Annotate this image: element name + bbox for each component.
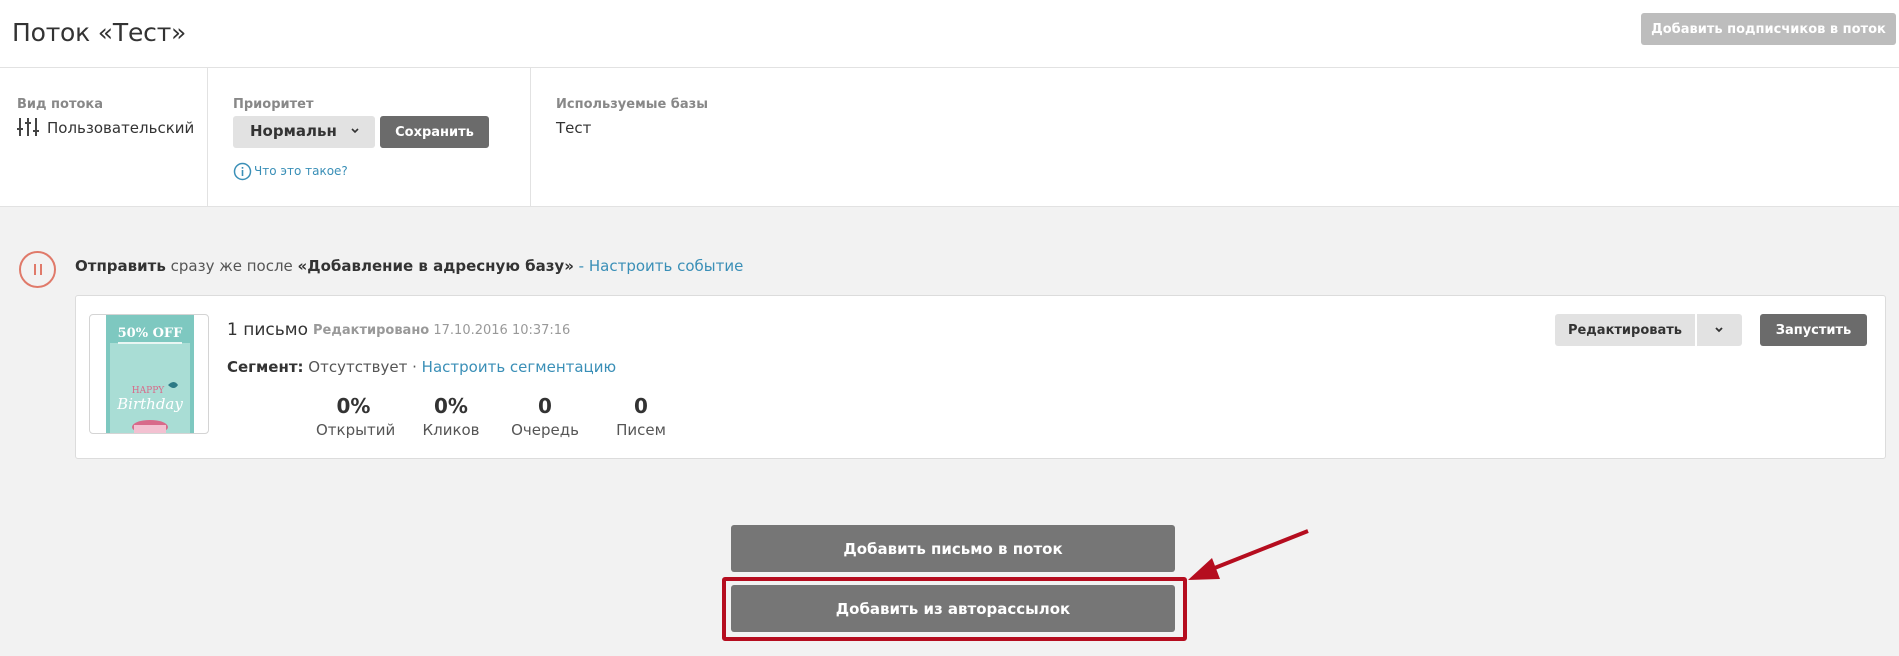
segment-value: Отсутствует · bbox=[303, 358, 422, 376]
help-label: Что это такое? bbox=[254, 164, 348, 178]
stat-value: 0 bbox=[538, 394, 552, 418]
trigger-description: Отправить сразу же после «Добавление в а… bbox=[75, 257, 743, 275]
trigger-timing: сразу же после bbox=[165, 257, 298, 275]
configure-event-link[interactable]: Настроить событие bbox=[589, 257, 743, 275]
chevron-down-icon bbox=[1715, 327, 1723, 333]
edit-button[interactable]: Редактировать bbox=[1555, 314, 1695, 346]
priority-label: Приоритет bbox=[233, 97, 314, 112]
thumb-birthday-text: Birthday bbox=[116, 395, 183, 413]
trigger-send-label: Отправить bbox=[75, 257, 166, 275]
stat-value: 0% bbox=[336, 394, 371, 418]
flow-type-section: Вид потока Пользовательский bbox=[0, 68, 208, 206]
bases-section: Используемые базы Тест bbox=[531, 68, 1899, 206]
run-button[interactable]: Запустить bbox=[1760, 314, 1867, 346]
priority-section: Приоритет Нормальн Сохранить Что это так… bbox=[208, 68, 531, 206]
stat-label: Открытий bbox=[316, 421, 396, 439]
flow-info-bar: Вид потока Пользовательский Приоритет Но… bbox=[0, 68, 1899, 207]
stat-value: 0 bbox=[634, 394, 648, 418]
add-letter-button[interactable]: Добавить письмо в поток bbox=[731, 525, 1175, 572]
stat-label: Очередь bbox=[511, 421, 579, 439]
bases-value: Тест bbox=[556, 119, 592, 137]
segment-info: Сегмент: Отсутствует · Настроить сегмент… bbox=[227, 358, 616, 376]
letter-count: 1 письмо bbox=[227, 320, 308, 340]
edited-info: Редактировано 17.10.2016 10:37:16 bbox=[313, 323, 570, 338]
save-button[interactable]: Сохранить bbox=[380, 116, 489, 148]
stat-letters: 0 Писем bbox=[612, 394, 670, 439]
flow-type-label: Вид потока bbox=[17, 97, 104, 112]
priority-select[interactable]: Нормальн bbox=[233, 116, 375, 148]
stat-clicks: 0% Кликов bbox=[421, 394, 481, 439]
configure-segmentation-link[interactable]: Настроить сегментацию bbox=[422, 358, 616, 376]
chevron-down-icon bbox=[351, 128, 359, 134]
edited-date: 17.10.2016 10:37:16 bbox=[433, 323, 571, 338]
add-from-autoseries-button[interactable]: Добавить из авторассылок bbox=[731, 585, 1175, 632]
letter-thumbnail[interactable]: 50% OFF HAPPY Birthday bbox=[89, 314, 209, 434]
bases-label: Используемые базы bbox=[556, 97, 708, 112]
edited-label: Редактировано bbox=[313, 323, 430, 338]
stat-value: 0% bbox=[434, 394, 468, 418]
help-link[interactable]: Что это такое? bbox=[233, 162, 348, 181]
segment-label: Сегмент: bbox=[227, 358, 304, 376]
top-bar: Поток «Тест» Добавить подписчиков в пото… bbox=[0, 0, 1899, 68]
edit-dropdown-button[interactable] bbox=[1697, 314, 1742, 346]
letter-card: 50% OFF HAPPY Birthday 1 письмо Редактир… bbox=[75, 295, 1886, 459]
trigger-event: «Добавление в адресную базу» bbox=[297, 257, 574, 275]
pause-button[interactable] bbox=[19, 251, 56, 288]
flow-type-value: Пользовательский bbox=[47, 119, 195, 137]
stat-label: Писем bbox=[616, 421, 666, 439]
add-subscribers-button[interactable]: Добавить подписчиков в поток bbox=[1641, 13, 1896, 45]
pause-icon bbox=[34, 264, 36, 275]
trigger-separator: - bbox=[573, 257, 589, 275]
stat-label: Кликов bbox=[422, 421, 480, 439]
stat-queue: 0 Очередь bbox=[510, 394, 580, 439]
thumb-offer-text: 50% OFF bbox=[118, 326, 184, 341]
stat-opens: 0% Открытий bbox=[316, 394, 396, 439]
priority-value: Нормальн bbox=[250, 122, 337, 140]
sliders-icon bbox=[17, 118, 39, 136]
birthday-card-image: 50% OFF HAPPY Birthday bbox=[106, 315, 194, 433]
annotation-arrow-icon bbox=[1188, 529, 1309, 580]
info-icon bbox=[233, 162, 252, 181]
page-title: Поток «Тест» bbox=[12, 18, 187, 47]
